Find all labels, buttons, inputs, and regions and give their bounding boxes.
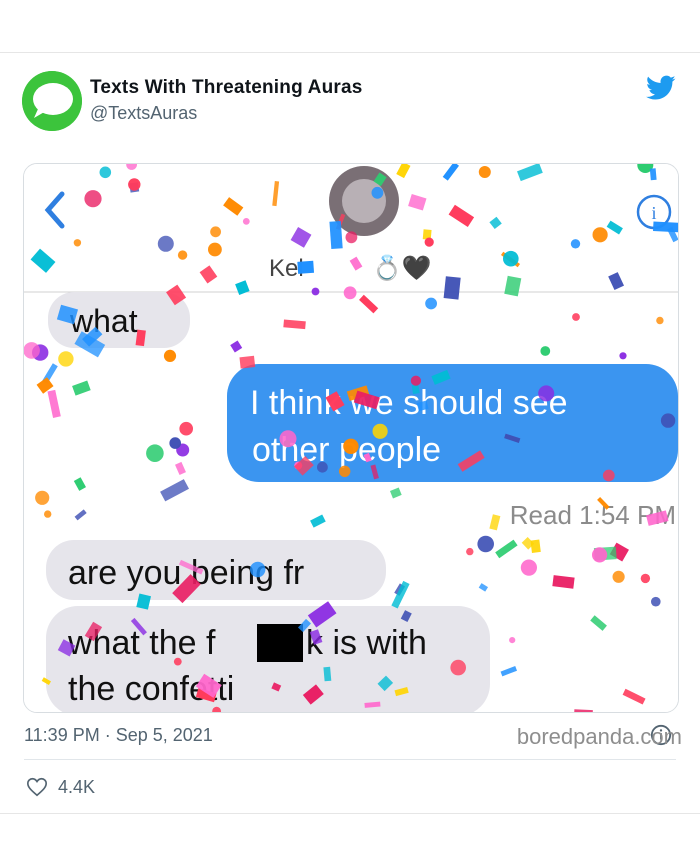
confetti-piece (592, 547, 608, 563)
message-text: k is with (306, 624, 427, 662)
message-text: I think we should see (250, 384, 568, 422)
confetti-piece (311, 287, 320, 296)
confetti-piece (179, 421, 193, 436)
confetti-piece (619, 352, 627, 360)
confetti-piece (35, 490, 50, 505)
avatar[interactable] (22, 71, 82, 131)
confetti-piece (239, 355, 256, 369)
tweet-timestamp[interactable]: 11:39 PM · Sep 5, 2021 (24, 725, 213, 746)
confetti-piece (649, 168, 657, 181)
tweet-header: Texts With Threatening Auras @TextsAuras (22, 71, 678, 133)
confetti-piece (410, 375, 421, 386)
confetti-piece (612, 570, 625, 583)
confetti-piece (157, 235, 174, 252)
confetti-piece (210, 226, 222, 238)
confetti-piece (250, 561, 266, 578)
confetti-piece (570, 239, 581, 249)
confetti-piece (509, 637, 516, 644)
confetti-piece (58, 351, 74, 367)
confetti-piece (169, 437, 181, 449)
confetti-piece (466, 547, 474, 556)
confetti-piece (602, 469, 615, 482)
confetti-piece (345, 231, 358, 244)
confetti-piece (651, 596, 661, 607)
confetti-piece (146, 444, 164, 463)
confetti-piece (317, 461, 328, 473)
confetti-piece (538, 385, 555, 402)
confetti-piece (343, 438, 359, 454)
confetti-piece (99, 166, 112, 179)
confetti-piece (443, 276, 461, 300)
watermark: boredpanda.com (516, 724, 682, 749)
confetti-piece (425, 297, 437, 310)
twitter-bird-icon[interactable] (646, 75, 676, 101)
contact-emoji: 💍🖤 (372, 254, 432, 282)
confetti-piece (572, 313, 580, 321)
message-bubble-icon (22, 71, 82, 131)
confetti-piece (450, 659, 467, 676)
confetti-piece (339, 465, 351, 477)
confetti-piece (372, 423, 388, 439)
like-button[interactable]: 4.4K (26, 775, 95, 799)
tweet-card: Texts With Threatening Auras @TextsAuras… (0, 52, 700, 814)
confetti-piece (242, 218, 250, 225)
confetti-piece (163, 349, 177, 362)
confetti-piece (323, 666, 332, 682)
confetti-piece (640, 573, 651, 584)
confetti-piece (84, 190, 102, 208)
confetti-piece (520, 559, 537, 576)
confetti-piece (371, 186, 384, 199)
account-handle[interactable]: @TextsAuras (90, 103, 197, 124)
confetti-piece (173, 657, 182, 666)
confetti-piece (660, 413, 676, 428)
imessage-conversation: i Kel 💍🖤 what I think we should see othe… (24, 164, 678, 712)
confetti-piece (530, 539, 541, 553)
confetti-piece (592, 227, 608, 243)
confetti-piece (656, 316, 664, 325)
confetti-piece (343, 286, 357, 300)
confetti-piece (73, 239, 82, 247)
heart-icon (27, 777, 47, 797)
confetti-piece (540, 346, 551, 356)
confetti-piece (297, 260, 315, 274)
confetti-piece (478, 166, 491, 178)
svg-text:i: i (651, 203, 656, 223)
confetti-piece (177, 250, 188, 260)
message-text: what (69, 303, 138, 339)
confetti-piece (653, 221, 678, 233)
confetti-piece (24, 342, 40, 359)
confetti-piece (329, 220, 343, 250)
screenshot-image[interactable]: i Kel 💍🖤 what I think we should see othe… (23, 163, 679, 713)
confetti-piece (44, 510, 52, 518)
confetti-piece (477, 535, 495, 553)
like-count: 4.4K (58, 776, 96, 797)
confetti-piece (128, 178, 141, 191)
confetti-piece (424, 237, 434, 247)
censor-bar (257, 624, 303, 662)
confetti-piece (279, 430, 297, 448)
divider (24, 759, 676, 760)
confetti-piece (208, 242, 222, 257)
account-name[interactable]: Texts With Threatening Auras (90, 77, 363, 99)
confetti-piece (503, 250, 519, 267)
